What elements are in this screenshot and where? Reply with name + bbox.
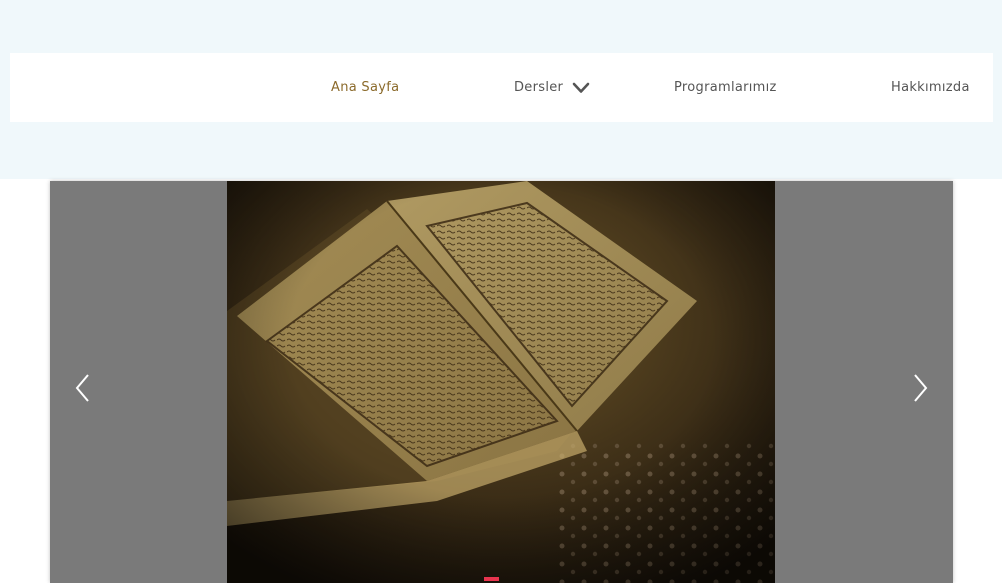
slider-next-button[interactable]: [909, 371, 931, 405]
chevron-down-icon: [572, 82, 590, 93]
image-slider: [50, 181, 953, 583]
nav-item-dersler-label: Dersler: [514, 80, 564, 95]
nav-item-home[interactable]: Ana Sayfa: [331, 53, 399, 122]
slider-prev-button[interactable]: [72, 371, 94, 405]
main-navbar: Ana Sayfa Dersler Programlarımız Hakkımı…: [10, 53, 993, 122]
chevron-left-icon: [75, 374, 89, 402]
nav-item-dersler[interactable]: Dersler: [514, 53, 590, 122]
slide-image-open-book: [227, 181, 775, 583]
chevron-right-icon: [914, 374, 928, 402]
nav-item-programs[interactable]: Programlarımız: [674, 53, 777, 122]
nav-item-about[interactable]: Hakkımızda: [891, 53, 970, 122]
slider-indicator-active[interactable]: [484, 577, 499, 581]
